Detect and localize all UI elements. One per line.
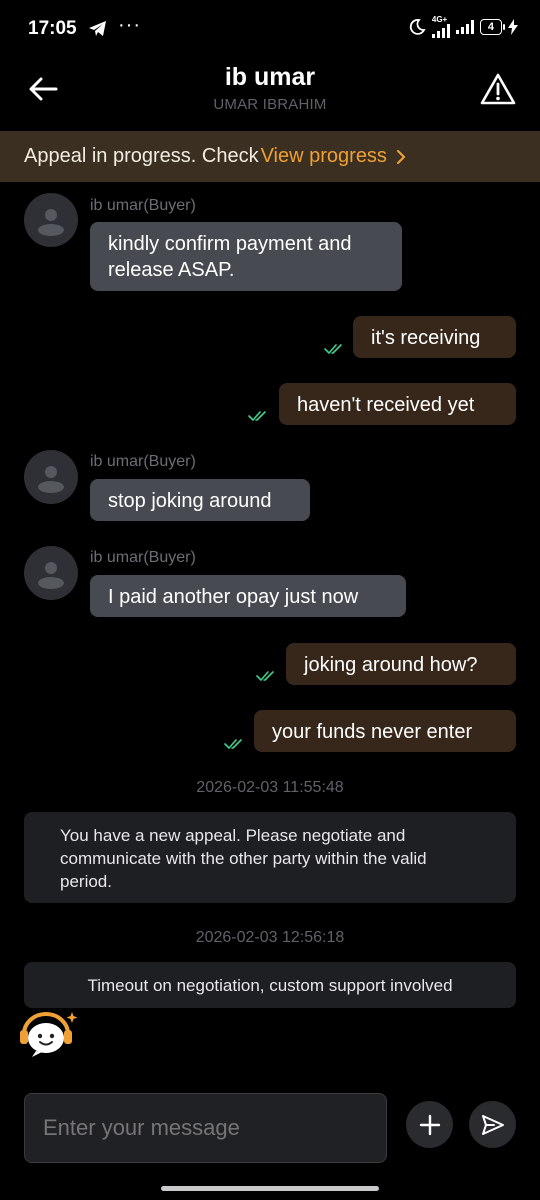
user-icon: [38, 209, 64, 236]
appeal-banner-text: Appeal in progress. Check: [24, 145, 259, 167]
read-check-icon: [324, 344, 342, 354]
message-input[interactable]: [24, 1093, 387, 1163]
signal-icon-2: [455, 20, 474, 34]
message-text: kindly confirm payment and: [108, 233, 352, 255]
chevron-right-icon[interactable]: [395, 149, 407, 165]
sender-name: ib umar(Buyer): [90, 549, 196, 566]
moon-icon: [409, 19, 426, 35]
sender-name: ib umar(Buyer): [90, 197, 196, 214]
message-timestamp: 2026-02-03 11:55:48: [196, 779, 344, 796]
message-bubble-outgoing: joking around how?: [286, 643, 516, 685]
send-icon: [481, 1114, 504, 1135]
charging-icon: [508, 19, 518, 35]
read-check-icon: [248, 411, 266, 421]
message-text: haven't received yet: [297, 394, 475, 416]
appeal-banner: Appeal in progress. Check View progress: [0, 131, 540, 182]
message-text: joking around how?: [304, 654, 478, 676]
send-button[interactable]: [469, 1101, 516, 1148]
message-text: it's receiving: [371, 327, 481, 349]
telegram-icon: [89, 21, 106, 36]
more-notifications-icon: ···: [118, 14, 141, 36]
notice-text: Timeout on negotiation, custom support i…: [87, 976, 453, 995]
message-text: stop joking around: [108, 490, 272, 512]
chat-subtitle: UMAR IBRAHIM: [213, 96, 327, 113]
message-bubble-outgoing: haven't received yet: [279, 383, 516, 425]
message-text: release ASAP.: [108, 259, 235, 281]
attach-button[interactable]: [406, 1101, 453, 1148]
message-bubble-incoming: stop joking around: [90, 479, 310, 521]
read-check-icon: [256, 671, 274, 681]
message-bubble-incoming: I paid another opay just now: [90, 575, 406, 617]
home-indicator[interactable]: [161, 1186, 379, 1191]
notice-text: communicate with the other party within …: [60, 849, 427, 868]
battery-icon: 4: [479, 19, 506, 35]
signal-icon: [431, 24, 450, 38]
message-bubble-incoming: kindly confirm payment and release ASAP.: [90, 222, 402, 291]
chat-title: ib umar: [224, 63, 316, 91]
user-icon: [38, 466, 64, 493]
status-time: 17:05: [28, 18, 77, 39]
avatar: [24, 193, 78, 247]
message-bubble-outgoing: it's receiving: [353, 316, 516, 358]
user-icon: [38, 562, 64, 589]
view-progress-link[interactable]: View progress: [261, 145, 387, 168]
avatar: [24, 546, 78, 600]
message-bubble-outgoing: your funds never enter: [254, 710, 516, 752]
warning-icon[interactable]: [480, 72, 516, 106]
system-notice: Timeout on negotiation, custom support i…: [24, 962, 516, 1008]
plus-icon: [419, 1114, 440, 1135]
network-type: 4G+: [431, 15, 448, 24]
status-icons: 4G+ 4: [408, 16, 518, 38]
support-bot-icon[interactable]: [18, 1010, 80, 1058]
notice-text: You have a new appeal. Please negotiate …: [60, 826, 406, 845]
notice-text: period.: [60, 872, 112, 891]
sender-name: ib umar(Buyer): [90, 453, 196, 470]
message-text: I paid another opay just now: [108, 586, 359, 608]
message-timestamp: 2026-02-03 12:56:18: [195, 929, 345, 946]
system-notice: You have a new appeal. Please negotiate …: [24, 812, 516, 903]
avatar: [24, 450, 78, 504]
read-check-icon: [224, 739, 242, 749]
message-text: your funds never enter: [272, 721, 473, 743]
